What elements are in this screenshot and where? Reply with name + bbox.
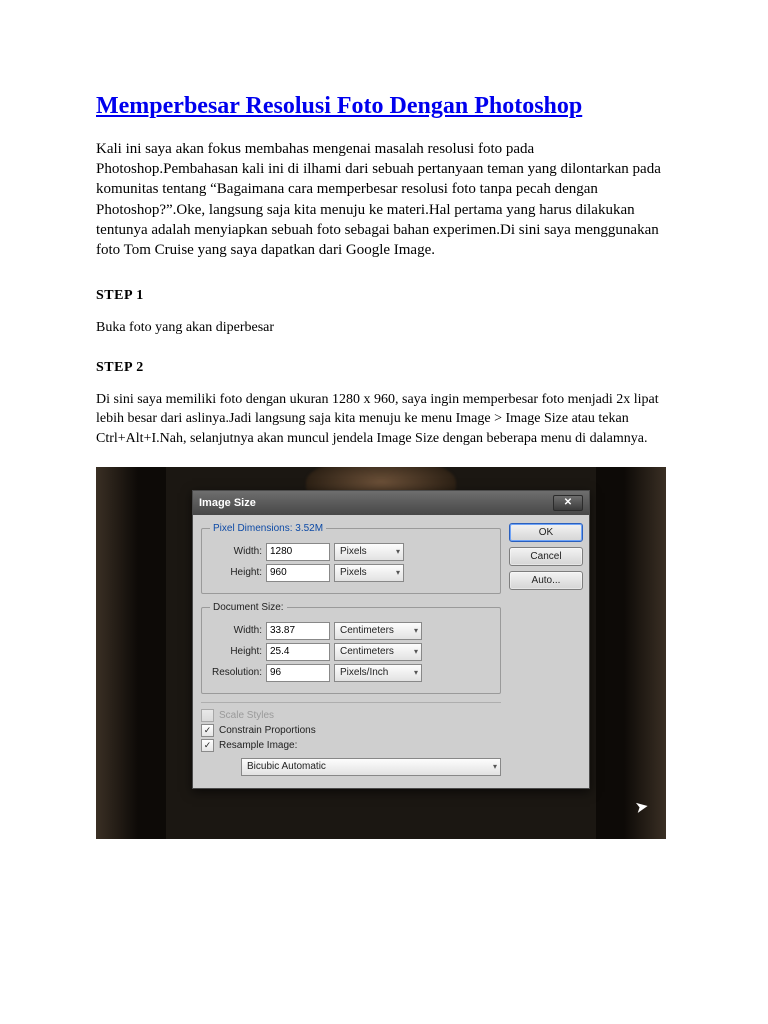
auto-button[interactable]: Auto... [509,571,583,590]
cancel-button[interactable]: Cancel [509,547,583,566]
doc-height-unit-select[interactable]: Centimeters▾ [334,643,422,661]
ok-button[interactable]: OK [509,523,583,542]
step1-body: Buka foto yang akan diperbesar [96,318,672,338]
chevron-down-icon: ▾ [396,547,400,556]
doc-width-unit-select[interactable]: Centimeters▾ [334,622,422,640]
constrain-proportions-row[interactable]: ✓ Constrain Proportions [201,724,501,737]
chevron-down-icon: ▾ [414,647,418,656]
resample-image-checkbox[interactable]: ✓ [201,739,214,752]
scale-styles-row: Scale Styles [201,709,501,722]
doc-width-label: Width: [210,625,262,636]
page-title[interactable]: Memperbesar Resolusi Foto Dengan Photosh… [96,92,672,121]
doc-height-label: Height: [210,646,262,657]
resolution-input[interactable] [266,664,330,682]
resample-method-select[interactable]: Bicubic Automatic▾ [241,758,501,776]
image-size-dialog: Image Size ✕ Pixel Dimensions: 3.52M Wid… [192,490,590,789]
chevron-down-icon: ▾ [414,626,418,635]
pixel-dimensions-group: Pixel Dimensions: 3.52M Width: Pixels▾ H… [201,523,501,594]
px-height-label: Height: [210,567,262,578]
px-width-input[interactable] [266,543,330,561]
scale-styles-checkbox [201,709,214,722]
resolution-label: Resolution: [210,667,262,678]
step1-heading: STEP 1 [96,288,672,304]
document-size-group: Document Size: Width: Centimeters▾ Heigh… [201,602,501,694]
cursor-icon: ➤ [633,796,650,818]
step2-heading: STEP 2 [96,360,672,376]
intro-paragraph: Kali ini saya akan fokus membahas mengen… [96,139,672,261]
pixel-dimensions-legend: Pixel Dimensions: 3.52M [210,523,326,534]
px-width-label: Width: [210,546,262,557]
screenshot-image-size-dialog: ➤ Image Size ✕ Pixel Dimensions: 3.52M W… [96,467,666,839]
constrain-proportions-label: Constrain Proportions [219,725,316,736]
divider [201,702,501,703]
chevron-down-icon: ▾ [493,762,497,771]
chevron-down-icon: ▾ [414,668,418,677]
doc-height-input[interactable] [266,643,330,661]
px-height-unit-select[interactable]: Pixels▾ [334,564,404,582]
close-button[interactable]: ✕ [553,495,583,511]
step2-body: Di sini saya memiliki foto dengan ukuran… [96,390,672,449]
px-width-unit-select[interactable]: Pixels▾ [334,543,404,561]
px-height-input[interactable] [266,564,330,582]
resolution-unit-select[interactable]: Pixels/Inch▾ [334,664,422,682]
resample-image-row[interactable]: ✓ Resample Image: [201,739,501,752]
document-size-legend: Document Size: [210,602,287,613]
scale-styles-label: Scale Styles [219,710,274,721]
constrain-proportions-checkbox[interactable]: ✓ [201,724,214,737]
resample-image-label: Resample Image: [219,740,297,751]
dialog-title: Image Size [199,497,256,509]
chevron-down-icon: ▾ [396,568,400,577]
doc-width-input[interactable] [266,622,330,640]
